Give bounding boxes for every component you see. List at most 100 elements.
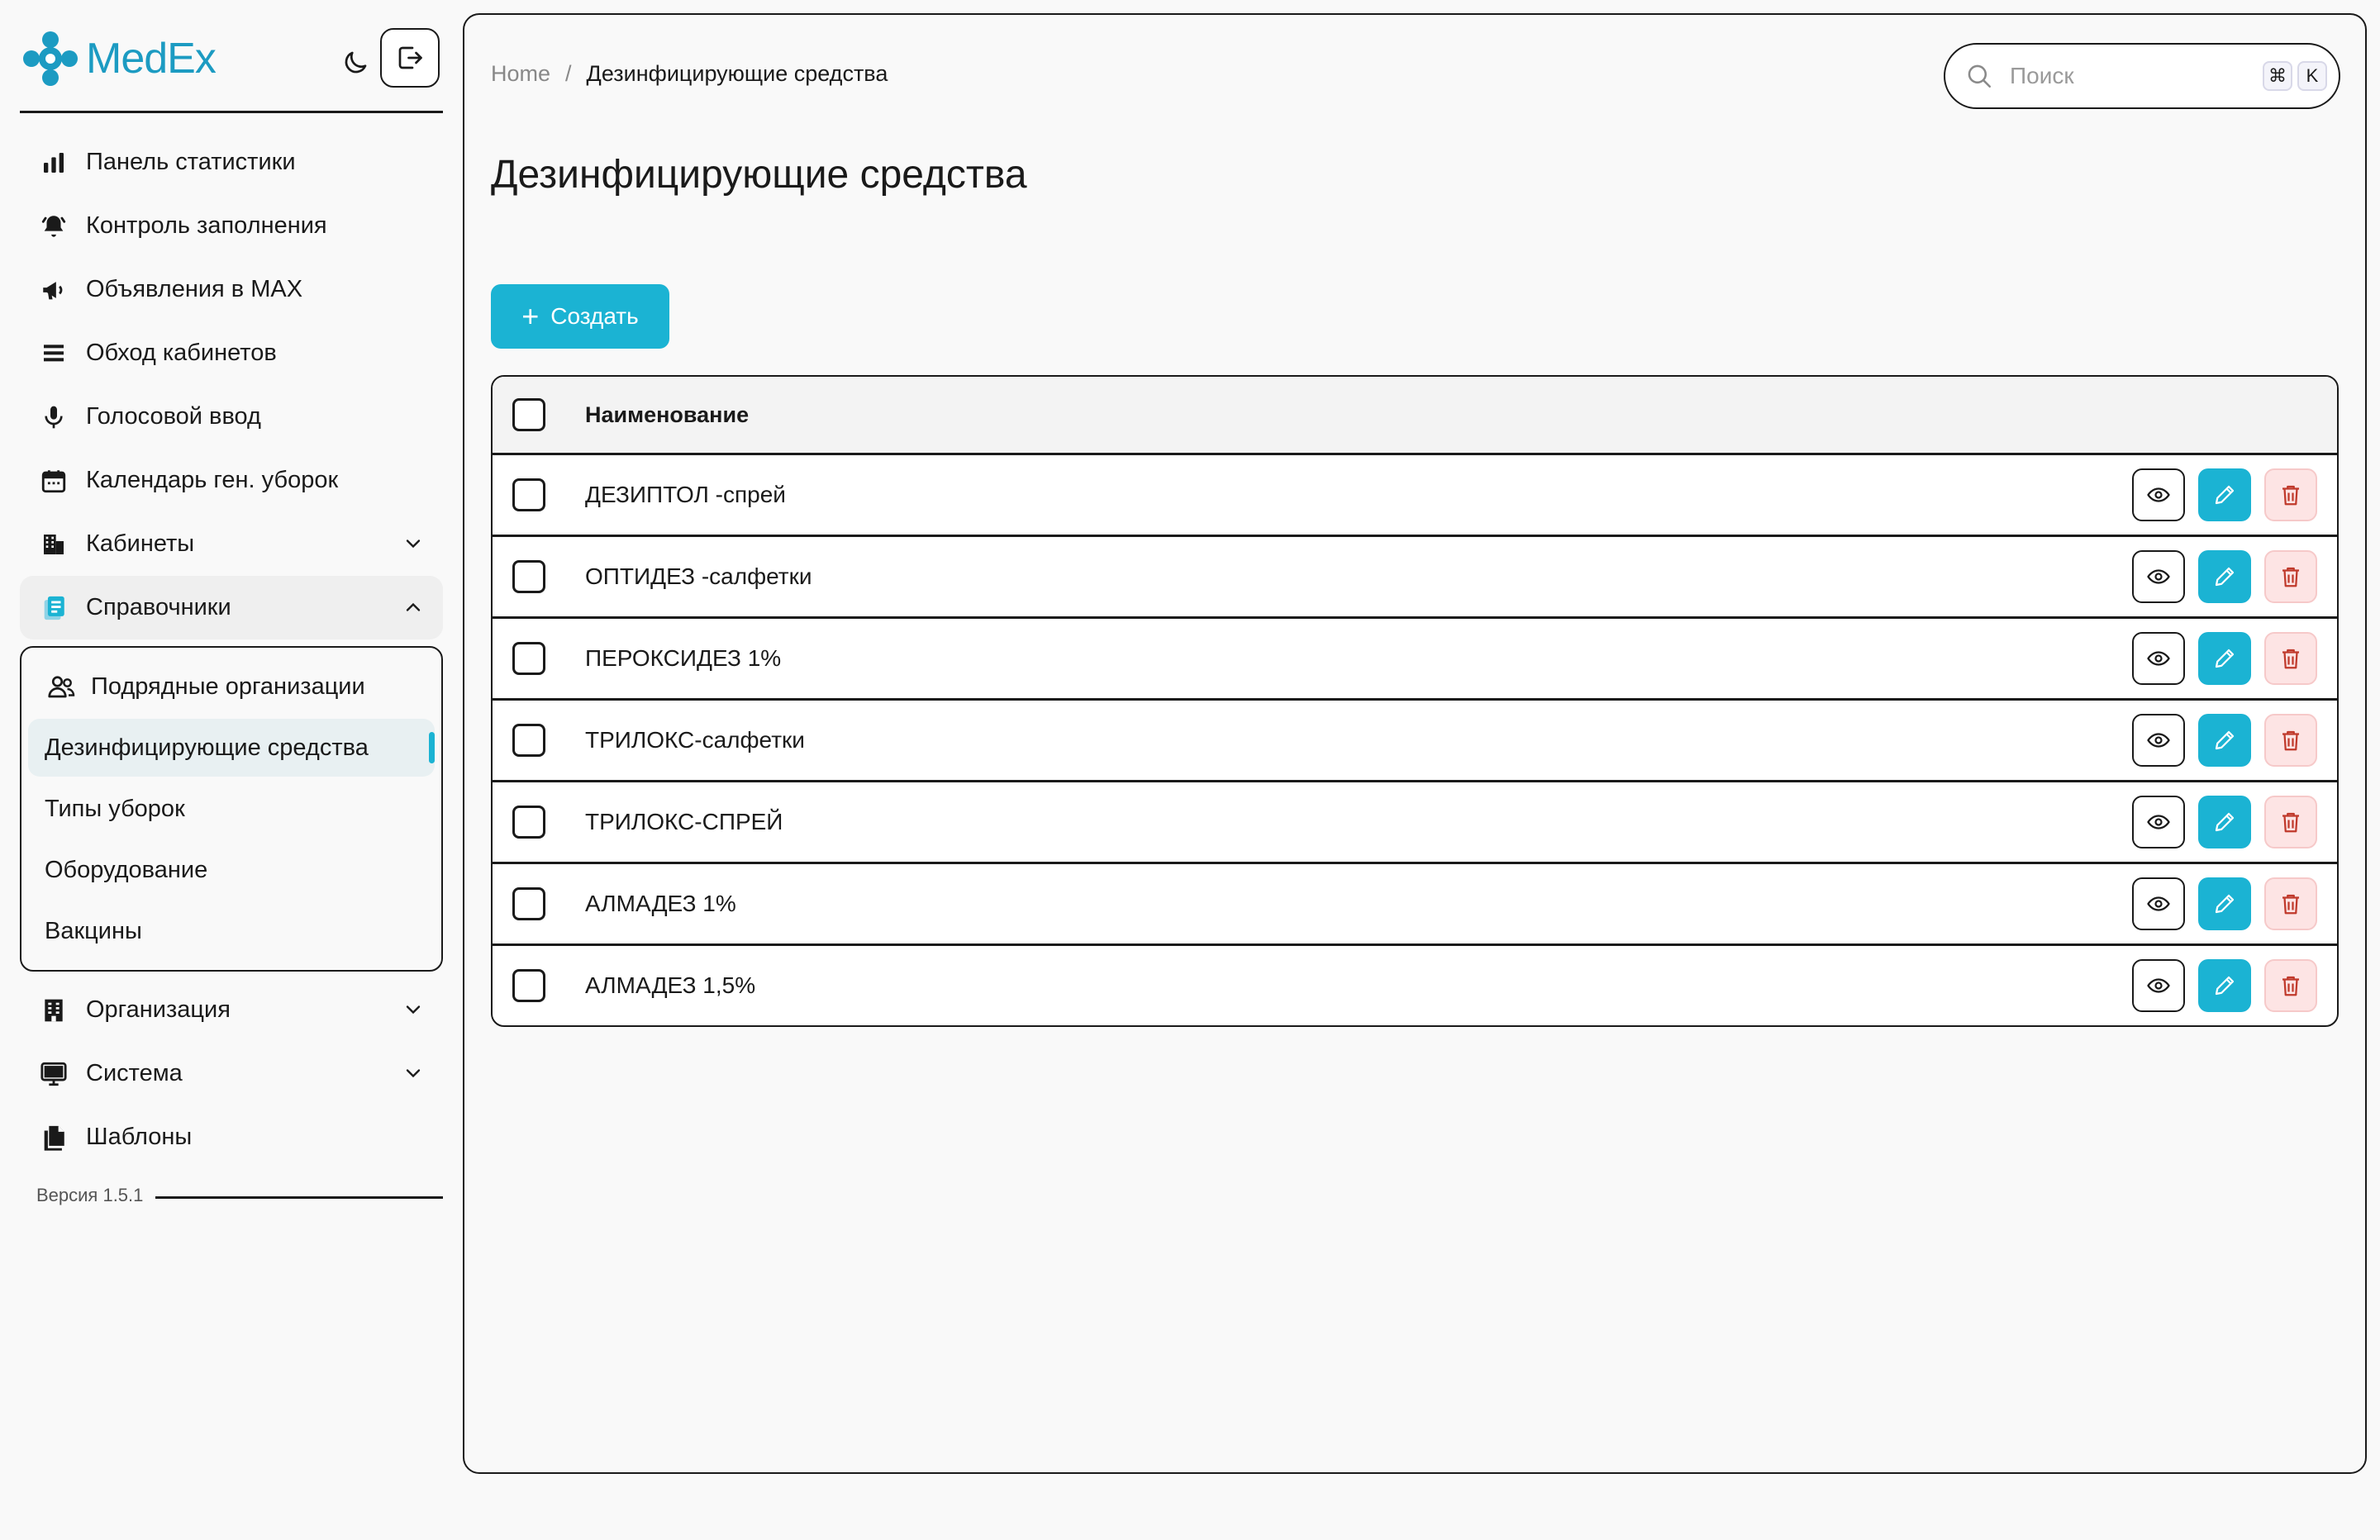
row-name: АЛМАДЕЗ 1,5% — [585, 972, 756, 998]
sidebar-item-announcements[interactable]: Объявления в MAX — [20, 258, 443, 321]
eye-icon — [2147, 815, 2170, 829]
trash-icon — [2282, 485, 2299, 506]
megaphone-icon — [38, 274, 69, 306]
edit-button[interactable] — [2198, 468, 2251, 521]
delete-button[interactable] — [2264, 468, 2317, 521]
pencil-icon — [2215, 730, 2235, 750]
row-name: ТРИЛОКС-салфетки — [585, 727, 805, 753]
sidebar-item-fill-control[interactable]: Контроль заполнения — [20, 194, 443, 258]
view-button[interactable] — [2132, 550, 2185, 603]
breadcrumb: Home / Дезинфицирующие средства — [491, 61, 888, 87]
documents-icon — [38, 1122, 69, 1153]
sidebar-item-system[interactable]: Система — [20, 1042, 443, 1105]
sidebar-item-voice-input[interactable]: Голосовой ввод — [20, 385, 443, 449]
row-checkbox[interactable] — [512, 560, 545, 593]
row-checkbox[interactable] — [512, 478, 545, 511]
submenu-item-disinfectants[interactable]: Дезинфицирующие средства — [28, 719, 435, 777]
trash-icon — [2282, 649, 2299, 669]
submenu-item-vaccines[interactable]: Вакцины — [28, 902, 435, 960]
edit-button[interactable] — [2198, 796, 2251, 848]
eye-icon — [2147, 978, 2170, 993]
edit-button[interactable] — [2198, 877, 2251, 930]
chevron-down-icon — [406, 539, 421, 549]
sidebar-item-cabinets[interactable]: Кабинеты — [20, 512, 443, 576]
view-button[interactable] — [2132, 877, 2185, 930]
sidebar-item-label: Обход кабинетов — [86, 340, 277, 366]
users-icon — [45, 670, 78, 703]
row-name: ТРИЛОКС-СПРЕЙ — [585, 809, 783, 834]
row-name: ПЕРОКСИДЕЗ 1% — [585, 645, 782, 671]
delete-button[interactable] — [2264, 796, 2317, 848]
submenu-item-label: Типы уборок — [45, 795, 185, 822]
sidebar-item-statistics[interactable]: Панель статистики — [20, 131, 443, 194]
search-placeholder: Поиск — [2010, 63, 2074, 88]
table-header: Наименование — [493, 377, 2337, 455]
search-input[interactable]: Поиск ⌘ K — [1944, 43, 2340, 109]
view-button[interactable] — [2132, 714, 2185, 767]
pencil-icon — [2215, 567, 2235, 587]
eye-icon — [2147, 487, 2170, 502]
sidebar-item-cabinet-rounds[interactable]: Обход кабинетов — [20, 321, 443, 385]
calendar-icon — [38, 465, 69, 497]
view-button[interactable] — [2132, 632, 2185, 685]
submenu-item-label: Подрядные организации — [91, 673, 365, 700]
edit-button[interactable] — [2198, 632, 2251, 685]
sidebar-item-templates[interactable]: Шаблоны — [20, 1105, 443, 1169]
row-actions — [2119, 468, 2317, 521]
logo[interactable]: MedEx — [20, 30, 217, 88]
row-actions — [2119, 550, 2317, 603]
sidebar-item-label: Объявления в MAX — [86, 276, 303, 302]
sidebar-divider — [20, 111, 443, 113]
view-button[interactable] — [2132, 468, 2185, 521]
row-checkbox[interactable] — [512, 969, 545, 1002]
logout-icon — [398, 46, 422, 69]
submenu-item-contractors[interactable]: Подрядные организации — [28, 658, 435, 715]
row-checkbox[interactable] — [512, 724, 545, 757]
submenu-item-cleaning-types[interactable]: Типы уборок — [28, 780, 435, 838]
shortcut-mod-key: ⌘ — [2263, 61, 2292, 91]
theme-toggle-button[interactable] — [334, 41, 377, 84]
row-checkbox[interactable] — [512, 887, 545, 920]
view-button[interactable] — [2132, 959, 2185, 1012]
select-all-checkbox[interactable] — [512, 398, 545, 431]
trash-icon — [2282, 567, 2299, 587]
column-header-name: Наименование — [585, 402, 750, 427]
logo-icon — [23, 31, 78, 86]
sidebar-item-label: Справочники — [86, 594, 231, 620]
row-actions — [2119, 714, 2317, 767]
edit-button[interactable] — [2198, 959, 2251, 1012]
view-button[interactable] — [2132, 796, 2185, 848]
delete-button[interactable] — [2264, 632, 2317, 685]
sidebar-item-cleaning-calendar[interactable]: Календарь ген. уборок — [20, 449, 443, 512]
disinfectants-table: Наименование ДЕЗИПТОЛ -спрей ОПТИДЕЗ -са… — [491, 375, 2339, 1027]
chevron-up-icon — [406, 602, 421, 611]
delete-button[interactable] — [2264, 877, 2317, 930]
office-icon — [38, 995, 69, 1026]
sidebar-item-directories[interactable]: Справочники — [20, 576, 443, 639]
edit-button[interactable] — [2198, 550, 2251, 603]
row-actions — [2119, 877, 2317, 930]
delete-button[interactable] — [2264, 959, 2317, 1012]
row-checkbox[interactable] — [512, 806, 545, 839]
sidebar-item-label: Календарь ген. уборок — [86, 467, 339, 493]
breadcrumb-separator: / — [565, 61, 572, 86]
eye-icon — [2147, 733, 2170, 748]
edit-button[interactable] — [2198, 714, 2251, 767]
pencil-icon — [2215, 976, 2235, 996]
chevron-down-icon — [406, 1069, 421, 1078]
breadcrumb-home-link[interactable]: Home — [491, 61, 550, 87]
delete-button[interactable] — [2264, 550, 2317, 603]
eye-icon — [2147, 569, 2170, 584]
sidebar: MedEx Панель статистики Контроль заполне… — [20, 0, 443, 1540]
table-row: ПЕРОКСИДЕЗ 1% — [493, 619, 2337, 701]
submenu-item-equipment[interactable]: Оборудование — [28, 841, 435, 899]
delete-button[interactable] — [2264, 714, 2317, 767]
pencil-icon — [2215, 894, 2235, 914]
sidebar-nav: Панель статистики Контроль заполнения Об… — [20, 131, 443, 1169]
sidebar-item-organization[interactable]: Организация — [20, 978, 443, 1042]
sidebar-item-label: Организация — [86, 996, 231, 1023]
logout-button[interactable] — [380, 28, 440, 88]
row-checkbox[interactable] — [512, 642, 545, 675]
create-button[interactable]: + Создать — [491, 284, 669, 349]
table-row: ДЕЗИПТОЛ -спрей — [493, 455, 2337, 537]
